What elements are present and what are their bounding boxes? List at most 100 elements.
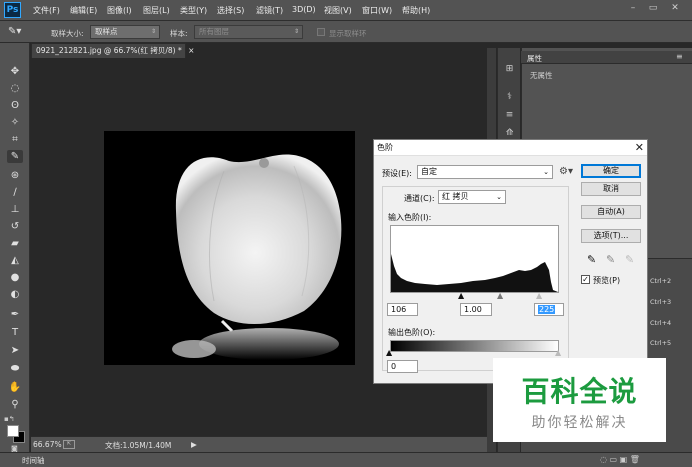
preview-label: 预览(P) <box>593 276 621 285</box>
type-tool-icon[interactable]: T <box>7 326 23 339</box>
cancel-button[interactable]: 取消 <box>581 182 641 196</box>
ellipse-tool-icon[interactable]: ⬬ <box>7 362 23 375</box>
export-icon[interactable]: ⇱ <box>63 440 75 449</box>
channel-select[interactable]: 红 拷贝 ⌄ <box>438 190 506 204</box>
close-window-icon[interactable]: ✕ <box>668 2 682 14</box>
photoshop-logo: Ps <box>4 2 21 18</box>
white-eyedropper-icon[interactable]: ✎ <box>625 253 634 266</box>
dialog-title: 色阶 <box>377 143 393 152</box>
menu-3d[interactable]: 3D(D) <box>292 5 316 14</box>
marquee-tool-icon[interactable]: ◌ <box>7 82 23 95</box>
dodge-tool-icon[interactable]: ◐ <box>7 288 23 301</box>
gray-eyedropper-icon[interactable]: ✎ <box>606 253 615 266</box>
show-ring-label: 显示取样环 <box>329 29 367 38</box>
menu-file[interactable]: 文件(F) <box>33 5 60 16</box>
output-gradient-bar <box>390 340 559 352</box>
options-bar: ✎▾ 取样大小: 取样点 ⇕ 样本: 所有图层 ⇕ 显示取样环 <box>0 21 692 43</box>
zoom-tool-icon[interactable]: ⚲ <box>7 398 23 411</box>
close-tab-icon[interactable]: × <box>188 46 194 55</box>
document-tab[interactable]: 0921_212821.jpg @ 66.7%(红 拷贝/8) * × <box>31 43 194 58</box>
sample-size-select[interactable]: 取样点 ⇕ <box>90 25 160 39</box>
character-panel-icon[interactable]: ⟰ <box>502 126 517 140</box>
dialog-titlebar[interactable]: 色阶 ✕ <box>374 140 647 156</box>
menu-filter[interactable]: 滤镜(T) <box>256 5 283 16</box>
foreground-color-front[interactable] <box>7 425 19 437</box>
sample-size-label: 取样大小: <box>51 29 84 38</box>
properties-tab-bar: 属性 ≡ <box>521 51 692 64</box>
brush-presets-icon[interactable]: ≡ <box>502 108 517 122</box>
menu-view[interactable]: 视图(V) <box>324 5 352 16</box>
input-gamma-slider[interactable]: ▲ <box>497 291 503 300</box>
input-white-value: 225 <box>538 305 556 314</box>
magic-wand-icon[interactable]: ✧ <box>7 116 23 129</box>
hand-tool-icon[interactable]: ✋ <box>7 381 23 394</box>
zoom-level[interactable]: 66.67% <box>33 440 62 449</box>
sample-select[interactable]: 所有图层 ⇕ <box>194 25 303 39</box>
history-panel-icon[interactable]: ⊞ <box>502 62 517 76</box>
lasso-tool-icon[interactable]: ʘ <box>7 99 23 112</box>
input-white-slider[interactable]: ▲ <box>536 291 542 300</box>
output-black-slider[interactable]: ▲ <box>386 348 392 357</box>
black-eyedropper-icon[interactable]: ✎ <box>587 253 596 266</box>
channel-shortcut: Ctrl+3 <box>650 298 672 306</box>
close-icon[interactable]: ✕ <box>635 140 644 155</box>
watermark-title: 百科全说 <box>521 375 638 408</box>
crop-tool-icon[interactable]: ⌗ <box>7 133 23 146</box>
properties-tab[interactable]: 属性 <box>527 53 542 64</box>
healing-brush-icon[interactable]: ⊛ <box>7 169 23 182</box>
minimize-icon[interactable]: – <box>626 2 640 14</box>
restore-icon[interactable]: ▭ <box>646 2 660 14</box>
input-white-field[interactable]: 225 <box>534 303 564 316</box>
document-canvas[interactable] <box>104 131 355 365</box>
menu-window[interactable]: 窗口(W) <box>362 5 392 16</box>
preset-select[interactable]: 自定 ⌄ <box>417 165 553 179</box>
input-gamma-value: 1.00 <box>464 305 482 314</box>
path-select-icon[interactable]: ➤ <box>7 344 23 357</box>
auto-button[interactable]: 自动(A) <box>581 205 641 219</box>
input-levels-label: 输入色阶(I): <box>388 213 432 222</box>
input-gamma-field[interactable]: 1.00 <box>460 303 492 316</box>
histogram-graph <box>391 254 558 292</box>
watermark: 百科全说 助你轻松解决 <box>493 358 666 442</box>
show-ring-checkbox[interactable] <box>317 28 325 36</box>
adjust-panel-icon[interactable]: ⚕ <box>502 90 517 104</box>
status-menu-arrow-icon[interactable]: ▶ <box>191 440 197 449</box>
timeline-options-icon[interactable]: ◌ ▭ ▣ 🗑 <box>600 455 640 464</box>
menu-type[interactable]: 类型(Y) <box>180 5 207 16</box>
watermark-subtitle: 助你轻松解决 <box>531 415 628 431</box>
timeline-tab[interactable]: 时间轴 <box>22 455 45 466</box>
channel-label: 通道(C): <box>404 194 435 203</box>
ok-button[interactable]: 确定 <box>581 164 641 178</box>
eyedropper-tool-icon[interactable]: ✎ <box>7 150 23 163</box>
menu-image[interactable]: 图像(I) <box>107 5 132 16</box>
preview-checkbox[interactable]: ✓ <box>581 275 590 284</box>
default-colors-icon[interactable]: ▪↰ <box>4 415 15 423</box>
history-brush-icon[interactable]: ↺ <box>7 220 23 233</box>
preset-label: 预设(E): <box>382 169 412 178</box>
document-title: 0921_212821.jpg @ 66.7%(红 拷贝/8) * <box>36 46 182 55</box>
menu-select[interactable]: 选择(S) <box>217 5 244 16</box>
menu-layer[interactable]: 图层(L) <box>143 5 170 16</box>
blur-tool-icon[interactable]: ● <box>7 271 23 284</box>
eraser-tool-icon[interactable]: ▰ <box>7 237 23 250</box>
input-black-field[interactable]: 106 <box>387 303 418 316</box>
tools-panel: ✥ ◌ ʘ ✧ ⌗ ✎ ⊛ ∕ ⊥ ↺ ▰ ◭ ● ◐ ✒ T ➤ ⬬ ✋ ⚲ … <box>0 43 30 452</box>
apple-image <box>172 154 342 360</box>
pen-tool-icon[interactable]: ✒ <box>7 308 23 321</box>
output-white-slider[interactable]: ▲ <box>555 348 561 357</box>
output-black-field[interactable]: 0 <box>387 360 418 373</box>
clone-stamp-icon[interactable]: ⊥ <box>7 203 23 216</box>
brush-tool-icon[interactable]: ∕ <box>7 186 23 199</box>
menu-bar: Ps 文件(F) 编辑(E) 图像(I) 图层(L) 类型(Y) 选择(S) 滤… <box>0 0 692 21</box>
options-button[interactable]: 选项(T)... <box>581 229 641 243</box>
panel-menu-icon[interactable]: ≡ <box>676 52 683 61</box>
menu-edit[interactable]: 编辑(E) <box>70 5 97 16</box>
move-tool-icon[interactable]: ✥ <box>7 65 23 78</box>
eyedropper-preset-icon[interactable]: ✎▾ <box>8 26 21 37</box>
output-black-value: 0 <box>391 362 397 371</box>
histogram <box>390 225 559 293</box>
menu-help[interactable]: 帮助(H) <box>402 5 430 16</box>
input-black-slider[interactable]: ▲ <box>458 291 464 300</box>
preset-options-gear-icon[interactable]: ⚙▾ <box>559 166 573 177</box>
paint-bucket-icon[interactable]: ◭ <box>7 254 23 267</box>
